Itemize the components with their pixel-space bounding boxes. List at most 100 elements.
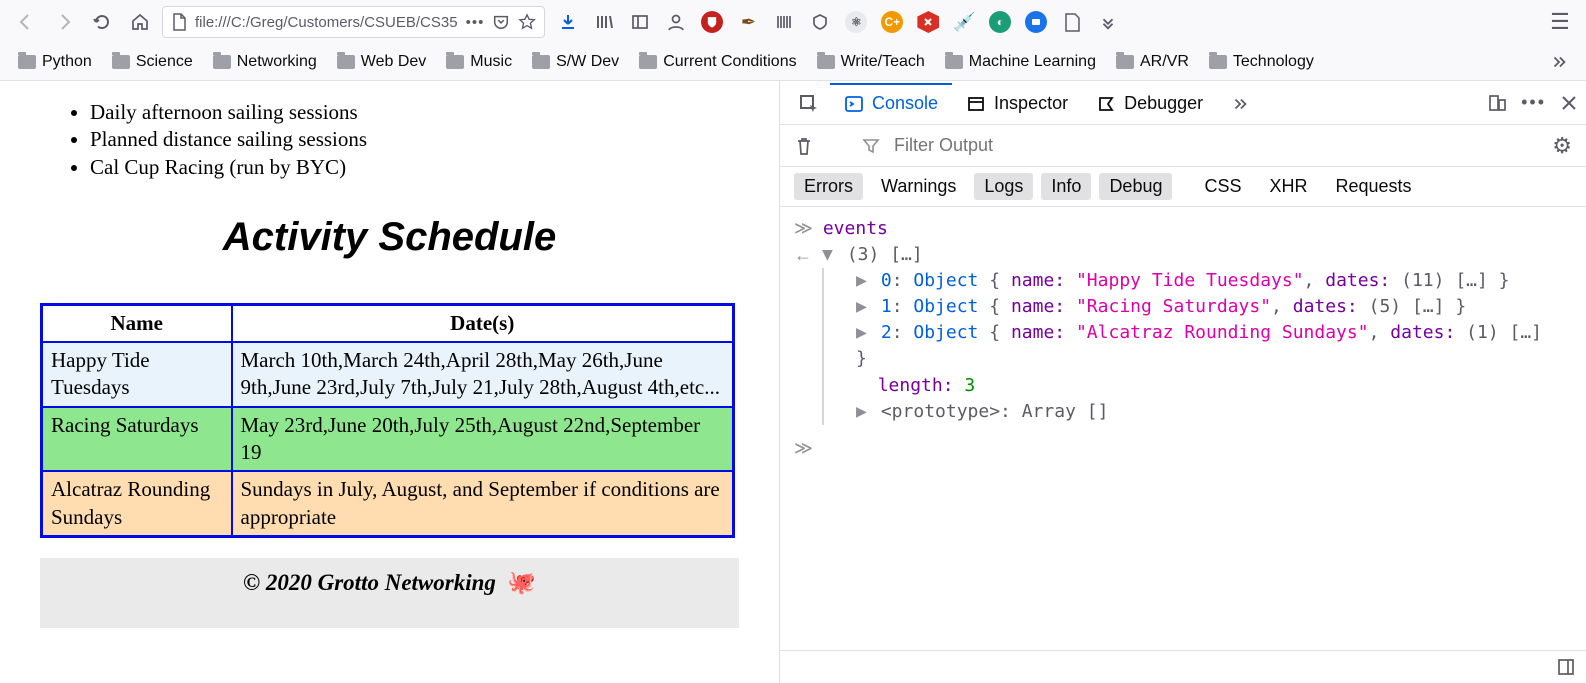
cat-info[interactable]: Info [1041,173,1091,200]
ext-icon-5[interactable]: C+ [881,11,903,33]
bookmark-folder[interactable]: AR/VR [1108,49,1197,75]
document-icon [171,13,187,31]
bookmark-label: Current Conditions [663,53,796,71]
clear-console-button[interactable] [794,135,814,157]
console-settings-button[interactable]: ⚙ [1552,133,1572,159]
bookmark-folder[interactable]: Networking [205,49,325,75]
page-content: Daily afternoon sailing sessions Planned… [0,81,779,628]
ext-icon-9[interactable] [1061,11,1083,33]
ext-icon-2[interactable] [773,11,795,33]
bookmark-label: Write/Teach [841,53,925,71]
cat-requests[interactable]: Requests [1326,173,1422,200]
app-menu-button[interactable]: ☰ [1544,9,1576,35]
array-item[interactable]: ▶ 2: Object { name: "Alcatraz Rounding S… [838,320,1564,346]
length-label: length: [878,375,954,396]
cat-errors[interactable]: Errors [794,173,863,200]
bookmark-folder[interactable]: Current Conditions [631,49,804,75]
activity-heading: Activity Schedule [40,211,739,263]
cat-debug[interactable]: Debug [1099,173,1172,200]
tab-inspector[interactable]: Inspector [952,83,1082,122]
console-prompt[interactable]: ≫ [794,425,1572,461]
input-chevron-icon: ≫ [794,215,813,241]
console-filterbar: ⚙ [780,125,1586,167]
bookmark-folder[interactable]: Write/Teach [809,49,933,75]
ext-icon-4[interactable]: ⚛ [845,11,867,33]
pick-element-button[interactable] [788,83,830,123]
library-icon[interactable] [593,11,615,33]
list-item: Daily afternoon sailing sessions [90,99,739,126]
cat-warnings[interactable]: Warnings [871,173,966,200]
close-devtools-button[interactable] [1560,94,1578,112]
page-viewport[interactable]: Daily afternoon sailing sessions Planned… [0,81,780,683]
twisty-closed-icon[interactable]: ▶ [856,320,870,346]
twisty-closed-icon[interactable]: ▶ [856,268,870,294]
prop-name-key: name: [1011,322,1065,343]
bookmark-folder[interactable]: Machine Learning [937,49,1104,75]
cat-xhr[interactable]: XHR [1260,173,1318,200]
page-actions-icon[interactable]: ••• [466,14,485,31]
cat-css[interactable]: CSS [1194,173,1251,200]
folder-icon [945,55,963,69]
toolbar-overflow-icon[interactable] [1097,11,1119,33]
ext-icon-7[interactable]: ◐ [989,11,1011,33]
console-input-echo: ≫ events [794,215,1572,242]
twisty-open-icon[interactable]: ▼ [822,242,836,268]
closing-brace: } [838,346,1564,372]
ext-icon-1[interactable]: ✒ [737,11,759,33]
tab-debugger[interactable]: Debugger [1082,83,1217,122]
folder-icon [817,55,835,69]
prop-name-key: name: [1011,296,1065,317]
dates-count: (11) [1401,270,1444,291]
object-keyword: Object [913,322,978,343]
array-length: (3) [847,244,880,265]
pocket-icon[interactable] [492,13,510,31]
more-ellipsis: […] [1510,322,1543,343]
filter-output-input[interactable] [894,135,1538,156]
twisty-closed-icon[interactable]: ▶ [856,294,870,320]
reload-button[interactable] [86,6,118,38]
reload-icon [92,12,112,32]
folder-icon [213,55,231,69]
tabs-overflow[interactable] [1217,85,1263,121]
array-summary[interactable]: ▼ (3) […] [822,242,1564,268]
eyedropper-icon[interactable]: 💉 [953,11,975,33]
cat-logs[interactable]: Logs [974,173,1033,200]
account-icon[interactable] [665,11,687,33]
prototype-prop[interactable]: ▶ <prototype>: Array [] [838,399,1564,425]
forward-button[interactable] [48,6,80,38]
split-console-icon[interactable] [1556,657,1576,677]
home-button[interactable] [124,6,156,38]
back-button[interactable] [10,6,42,38]
sidebar-icon[interactable] [629,11,651,33]
bookmark-folder[interactable]: Python [10,49,100,75]
twisty-closed-icon[interactable]: ▶ [856,399,870,425]
array-item[interactable]: ▶ 0: Object { name: "Happy Tide Tuesdays… [838,268,1564,294]
ublock-icon[interactable] [701,11,723,33]
url-bar[interactable]: file:///C:/Greg/Customers/CSUEB/CS35 ••• [162,6,545,38]
ext-icon-6[interactable] [917,11,939,33]
chevron-double-right-icon [1231,95,1249,113]
tab-console[interactable]: Console [830,83,952,122]
bookmark-folder[interactable]: Science [104,49,201,75]
kebab-menu-icon[interactable]: ••• [1521,92,1546,113]
ext-icon-3[interactable] [809,11,831,33]
array-item[interactable]: ▶ 1: Object { name: "Racing Saturdays", … [838,294,1564,320]
bookmark-folder[interactable]: S/W Dev [524,49,627,75]
debugger-icon [1096,94,1116,114]
ext-icon-8[interactable] [1025,11,1047,33]
bookmark-label: Python [42,53,92,71]
prop-dates-key: dates: [1325,270,1390,291]
responsive-mode-icon[interactable] [1487,93,1507,113]
bookmark-star-icon[interactable] [518,13,536,31]
downloads-icon[interactable] [557,11,579,33]
prop-name-val: "Alcatraz Rounding Sundays" [1076,322,1369,343]
bookmark-folder[interactable]: Technology [1201,49,1322,75]
bookmark-folder[interactable]: Web Dev [329,49,435,75]
console-output[interactable]: ≫ events ← ▼ (3) […] ▶ 0: Object [780,207,1586,650]
bookmark-folder[interactable]: Music [438,49,520,75]
home-icon [130,12,150,32]
tab-label: Console [872,93,938,114]
cell-dates: May 23rd,June 20th,July 25th,August 22nd… [232,407,734,472]
folder-icon [446,55,464,69]
bookmarks-overflow[interactable] [1542,49,1576,75]
